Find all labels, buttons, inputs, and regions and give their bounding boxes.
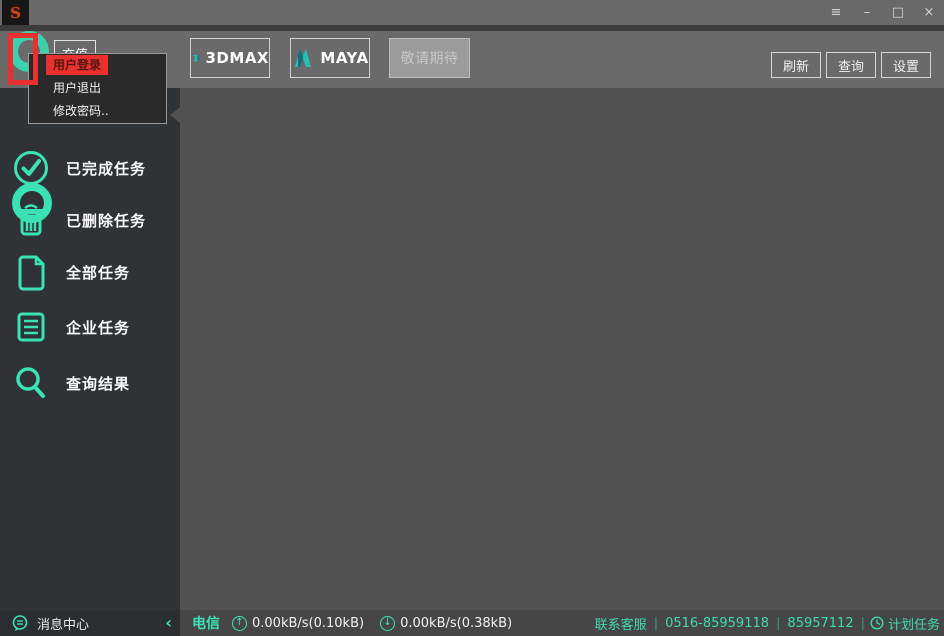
sidebar-item-label: 已完成任务 — [66, 159, 147, 178]
app-logo-glyph: S — [10, 3, 21, 22]
maya-logo-icon — [295, 49, 312, 67]
upload-speed-group: ↑ 0.00kB/s(0.10kB) — [232, 615, 365, 631]
separator: | — [860, 615, 865, 631]
menu-item-change-password[interactable]: 修改密码.. — [29, 100, 166, 123]
sidebar-item-label: 已删除任务 — [66, 211, 147, 230]
download-speed-value: 0.00kB/s(0.38kB) — [400, 615, 513, 631]
sidebar-item-all-tasks[interactable]: 全部任务 — [0, 246, 180, 298]
3dsmax-logo-icon — [192, 54, 200, 62]
tab-3dmax-label: 3DMAX — [205, 49, 269, 67]
check-circle-icon — [14, 151, 48, 185]
upload-speed-value: 0.00kB/s(0.10kB) — [252, 615, 365, 631]
statusbar-main: 电信 ↑ 0.00kB/s(0.10kB) ↓ 0.00kB/s(0.38kB)… — [180, 610, 944, 636]
main-content-area — [180, 88, 944, 610]
contact-group: 联系客服 | 0516-85959118 | 85957112 | 计划任务 — [595, 614, 940, 633]
window-controls: ≡ – □ × — [829, 0, 936, 25]
statusbar-left: 消息中心 ‹ — [0, 610, 180, 636]
message-center-label[interactable]: 消息中心 — [37, 614, 89, 633]
menu-item-login[interactable]: 用户登录 — [29, 54, 166, 77]
tab-3dmax-button[interactable]: 3DMAX — [190, 38, 270, 78]
phone-number-2: 85957112 — [787, 615, 854, 631]
menu-item-logout[interactable]: 用户退出 — [29, 77, 166, 100]
sidebar-item-query-results[interactable]: 查询结果 — [0, 357, 180, 409]
coming-soon-label: 敬请期待 — [400, 51, 459, 67]
separator: | — [653, 615, 659, 631]
refresh-button[interactable]: 刷新 — [771, 52, 821, 78]
tab-maya-label: MAYA — [320, 49, 369, 67]
file-icon — [18, 255, 45, 291]
sidebar-item-label: 企业任务 — [66, 318, 131, 337]
phone-number-1: 0516-85959118 — [665, 615, 770, 631]
title-bar: S ≡ – □ × — [0, 0, 944, 25]
close-button[interactable]: × — [922, 0, 936, 25]
carrier-label[interactable]: 电信 — [192, 613, 220, 633]
sidebar-item-label: 全部任务 — [66, 263, 131, 282]
settings-button[interactable]: 设置 — [881, 52, 931, 78]
avatar-click-annotation — [8, 33, 38, 85]
coming-soon-button: 敬请期待 — [389, 38, 470, 78]
app-logo-icon: S — [2, 0, 29, 25]
sidebar: 已完成任务 已删除任务 全部任务 企业任务 查询结果 — [0, 88, 180, 610]
message-bubble-icon — [12, 615, 28, 631]
minimize-button[interactable]: – — [860, 0, 874, 25]
user-dropdown-menu: 用户登录 用户退出 修改密码.. — [28, 53, 167, 124]
query-button[interactable]: 查询 — [826, 52, 876, 78]
clock-icon — [870, 616, 884, 630]
list-file-icon — [17, 312, 45, 342]
download-icon: ↓ — [380, 615, 396, 631]
download-speed-group: ↓ 0.00kB/s(0.38kB) — [380, 615, 513, 631]
separator: | — [776, 615, 781, 631]
collapse-sidebar-chevron-icon[interactable]: ‹ — [165, 610, 172, 636]
app-window: S ≡ – □ × 充值 3DMAX MAYA 敬请期待 刷新 查询 设置 — [0, 0, 944, 636]
sidebar-item-enterprise-tasks[interactable]: 企业任务 — [0, 301, 180, 353]
sidebar-item-current-icon[interactable] — [12, 183, 52, 223]
tab-maya-button[interactable]: MAYA — [290, 38, 370, 78]
search-icon — [16, 367, 45, 398]
selected-item-arrow — [170, 107, 180, 123]
upload-icon: ↑ — [232, 615, 247, 631]
contact-service-link[interactable]: 联系客服 — [595, 614, 647, 633]
scheduled-tasks-link[interactable]: 计划任务 — [888, 614, 940, 633]
maximize-button[interactable]: □ — [891, 0, 905, 25]
window-menu-icon[interactable]: ≡ — [829, 0, 843, 25]
login-click-annotation: 用户登录 — [46, 55, 109, 75]
sidebar-item-label: 查询结果 — [66, 374, 131, 393]
